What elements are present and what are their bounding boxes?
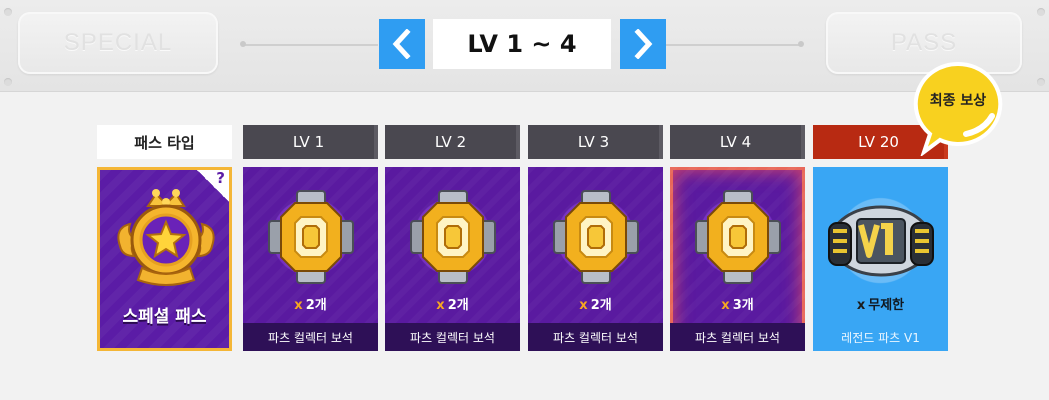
multiply-sign: x bbox=[294, 298, 303, 313]
rail-right bbox=[666, 44, 802, 46]
reward-quantity: x 무제한 bbox=[813, 294, 948, 313]
final-reward-card[interactable]: x 무제한 레전드 파츠 V1 bbox=[813, 167, 948, 351]
level-header: LV 3 bbox=[528, 125, 663, 159]
quantity-value: 무제한 bbox=[868, 298, 905, 313]
reward-card[interactable]: x 2개 파츠 컬렉터 보석 bbox=[243, 167, 378, 351]
reward-quantity: x 3개 bbox=[670, 294, 805, 313]
chevron-left-icon bbox=[392, 29, 411, 59]
multiply-sign: x bbox=[579, 298, 588, 313]
level-range-title: LV 1 ~ 4 bbox=[433, 19, 611, 69]
rail-dot bbox=[240, 41, 246, 47]
gem-capsule-icon bbox=[553, 190, 639, 284]
reward-card[interactable]: x 2개 파츠 컬렉터 보석 bbox=[528, 167, 663, 351]
special-tab[interactable]: SPECIAL bbox=[18, 12, 218, 74]
reward-item-name: 파츠 컬렉터 보석 bbox=[243, 323, 378, 351]
chevron-right-icon bbox=[634, 29, 653, 59]
quantity-value: 2개 bbox=[447, 298, 469, 313]
multiply-sign: x bbox=[856, 298, 866, 313]
bolt bbox=[4, 8, 12, 16]
reward-card-highlighted[interactable]: x 3개 파츠 컬렉터 보석 bbox=[670, 167, 805, 351]
next-page-button[interactable] bbox=[620, 19, 666, 69]
reward-card[interactable]: x 2개 파츠 컬렉터 보석 bbox=[385, 167, 520, 351]
quantity-value: 2개 bbox=[305, 298, 327, 313]
prev-page-button[interactable] bbox=[379, 19, 425, 69]
level-header: LV 4 bbox=[670, 125, 805, 159]
reward-item-name: 파츠 컬렉터 보석 bbox=[528, 323, 663, 351]
gem-capsule-icon bbox=[268, 190, 354, 284]
star-medal-icon bbox=[117, 189, 215, 286]
special-pass-card[interactable]: ? 스페셜 패스 bbox=[97, 167, 232, 351]
level-header: LV 1 bbox=[243, 125, 378, 159]
bolt bbox=[1037, 78, 1045, 86]
quantity-value: 3개 bbox=[732, 298, 754, 313]
multiply-sign: x bbox=[436, 298, 445, 313]
level-header: LV 2 bbox=[385, 125, 520, 159]
reward-quantity: x 2개 bbox=[385, 294, 520, 313]
reward-quantity: x 2개 bbox=[528, 294, 663, 313]
legend-parts-icon bbox=[828, 205, 934, 277]
gem-capsule-icon bbox=[695, 190, 781, 284]
final-reward-label: 최종 보상 bbox=[929, 93, 987, 109]
multiply-sign: x bbox=[721, 298, 730, 313]
pass-type-header: 패스 타입 bbox=[97, 125, 232, 159]
reward-item-name: 레전드 파츠 V1 bbox=[813, 323, 948, 351]
reward-item-name: 파츠 컬렉터 보석 bbox=[385, 323, 520, 351]
gem-capsule-icon bbox=[410, 190, 496, 284]
reward-quantity: x 2개 bbox=[243, 294, 378, 313]
pass-name: 스페셜 패스 bbox=[122, 307, 207, 327]
quantity-value: 2개 bbox=[590, 298, 612, 313]
rail-left bbox=[242, 44, 378, 46]
rail-dot bbox=[798, 41, 804, 47]
bolt bbox=[4, 78, 12, 86]
reward-item-name: 파츠 컬렉터 보석 bbox=[670, 323, 805, 351]
bolt bbox=[1037, 8, 1045, 16]
